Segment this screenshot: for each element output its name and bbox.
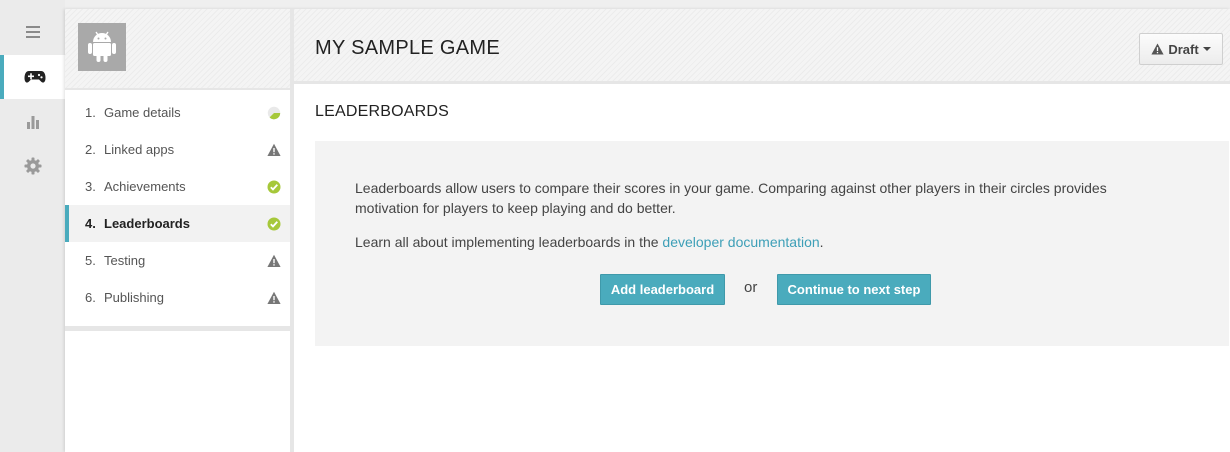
main-header: MY SAMPLE GAME Draft — [294, 9, 1230, 81]
step-publishing[interactable]: 6. Publishing — [65, 279, 290, 316]
step-label: Game details — [104, 105, 181, 120]
publish-status-dropdown[interactable]: Draft — [1139, 33, 1223, 65]
warning-icon — [267, 143, 281, 156]
warning-icon — [267, 291, 281, 304]
continue-next-step-button[interactable]: Continue to next step — [777, 274, 931, 305]
step-leaderboards[interactable]: 4. Leaderboards — [65, 205, 290, 242]
step-number: 1. — [85, 105, 96, 120]
menu-icon — [25, 26, 40, 38]
step-achievements[interactable]: 3. Achievements — [65, 168, 290, 205]
page-title: MY SAMPLE GAME — [315, 37, 500, 59]
leaderboards-empty-panel: Leaderboards allow users to compare thei… — [315, 141, 1229, 346]
add-leaderboard-button[interactable]: Add leaderboard — [600, 274, 725, 305]
step-number: 6. — [85, 290, 96, 305]
warning-icon — [267, 254, 281, 267]
step-game-details[interactable]: 1. Game details — [65, 94, 290, 131]
step-label: Publishing — [104, 290, 164, 305]
setup-steps-list: 1. Game details 2. Linked apps 3. Achiev… — [65, 90, 290, 326]
bar-chart-icon — [26, 116, 39, 129]
gamepad-icon — [24, 71, 45, 83]
menu-button[interactable] — [0, 10, 65, 54]
step-number: 5. — [85, 253, 96, 268]
learn-suffix: . — [819, 234, 824, 250]
step-linked-apps[interactable]: 2. Linked apps — [65, 131, 290, 168]
step-number: 4. — [85, 216, 96, 231]
section-description: Leaderboards allow users to compare thei… — [355, 180, 1107, 216]
console-shell: 1. Game details 2. Linked apps 3. Achiev… — [65, 9, 1230, 452]
game-sidebar-header — [65, 9, 290, 88]
partial-complete-icon — [267, 106, 281, 120]
game-icon — [78, 23, 126, 71]
developer-docs-link[interactable]: developer documentation — [662, 234, 819, 250]
games-nav-button[interactable] — [0, 55, 65, 99]
step-label: Leaderboards — [104, 216, 190, 231]
step-testing[interactable]: 5. Testing — [65, 242, 290, 279]
check-circle-icon — [267, 217, 281, 231]
sidebar-empty-area — [65, 331, 290, 452]
step-label: Testing — [104, 253, 146, 268]
stats-nav-button[interactable] — [0, 100, 65, 144]
or-separator: or — [744, 279, 758, 296]
section-title: LEADERBOARDS — [315, 103, 449, 120]
settings-nav-button[interactable] — [0, 144, 65, 188]
step-label: Achievements — [104, 179, 186, 194]
app-nav-rail — [0, 0, 65, 452]
chevron-down-icon — [1202, 47, 1211, 51]
learn-prefix: Learn all about implementing leaderboard… — [355, 234, 663, 250]
status-label: Draft — [1168, 41, 1199, 57]
android-icon — [88, 31, 116, 62]
warning-icon — [1151, 43, 1164, 55]
check-circle-icon — [267, 180, 281, 194]
learn-more-text: Learn all about implementing leaderboard… — [355, 234, 824, 250]
step-number: 3. — [85, 179, 96, 194]
gear-icon — [24, 157, 41, 175]
main-content: LEADERBOARDS Leaderboards allow users to… — [294, 84, 1230, 452]
step-number: 2. — [85, 142, 96, 157]
step-label: Linked apps — [104, 142, 175, 157]
